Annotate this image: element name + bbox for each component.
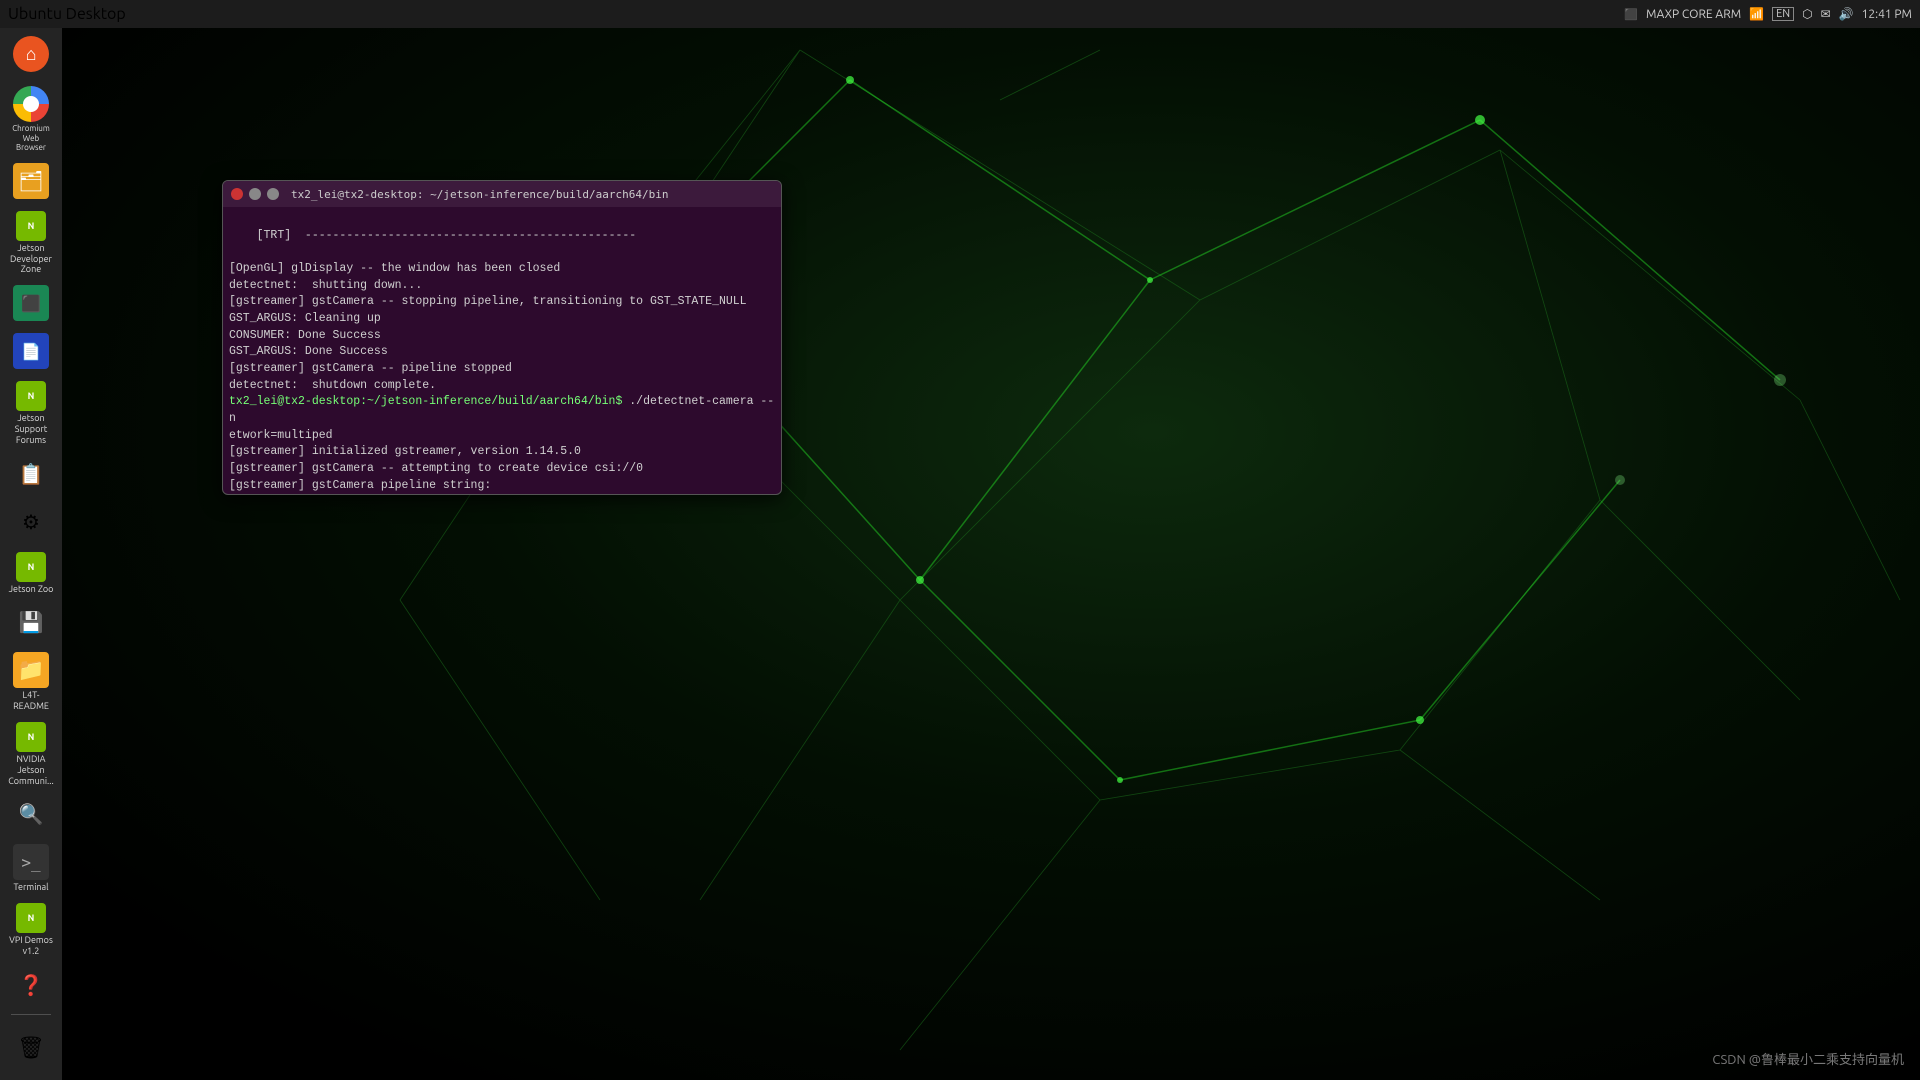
wifi-icon: 📶 — [1749, 7, 1764, 21]
sidebar-item-nvidia-dev[interactable]: N JetsonDeveloperZone — [2, 207, 60, 279]
home-icon: ⌂ — [13, 36, 49, 72]
sidebar-item-nvidia-zoo[interactable]: N Jetson Zoo — [2, 548, 60, 599]
nvidia-support-icon: N — [16, 381, 46, 411]
terminal-title: tx2_lei@tx2-desktop: ~/jetson-inference/… — [291, 188, 669, 201]
watermark: CSDN @鲁棒最小二乘支持向量机 — [1712, 1049, 1904, 1068]
vpi-icon: N — [16, 903, 46, 933]
terminal-titlebar: tx2_lei@tx2-desktop: ~/jetson-inference/… — [223, 181, 781, 207]
terminal-maximize-button[interactable] — [267, 188, 279, 200]
sidebar-item-disk[interactable]: 💾 — [2, 600, 60, 646]
sidebar-item-search[interactable]: 🔍 — [2, 792, 60, 838]
sidebar-item-trash[interactable]: 🗑 — [2, 1026, 60, 1072]
vpi-label: VPI Demosv1.2 — [9, 935, 53, 957]
nvidia-zoo-icon: N — [16, 552, 46, 582]
volume-icon: 🔊 — [1839, 7, 1854, 21]
l4t-icon: 📁 — [13, 652, 49, 688]
desktop — [0, 0, 1920, 1080]
clock: 12:41 PM — [1862, 8, 1912, 21]
taskbar-left: Ubuntu Desktop — [8, 5, 126, 23]
sidebar-item-writer[interactable]: 📄 — [2, 329, 60, 375]
sidebar: ⌂ ChromiumWebBrowser 🗂 N JetsonDeveloper… — [0, 28, 62, 1080]
terminal-label: Terminal — [13, 882, 48, 893]
disk-icon: 💾 — [13, 604, 49, 640]
taskbar-title: Ubuntu Desktop — [8, 5, 126, 23]
settings-icon: ⚙ — [13, 504, 49, 540]
sidebar-item-l4t[interactable]: 📁 L4T-README — [2, 648, 60, 716]
sidebar-item-chromium[interactable]: ChromiumWebBrowser — [2, 82, 60, 157]
writer-icon: 📄 — [13, 333, 49, 369]
taskbar-right: ⬛ MAXP CORE ARM 📶 EN ⬡ ✉ 🔊 12:41 PM — [1624, 7, 1912, 21]
search-icon: 🔍 — [13, 796, 49, 832]
sidebar-item-nvidia-support[interactable]: N JetsonSupportForums — [2, 377, 60, 449]
nvidia-indicator: ⬛ — [1624, 8, 1638, 21]
desktop-background — [0, 0, 1920, 1080]
terminal-minimize-button[interactable] — [249, 188, 261, 200]
chromium-label: ChromiumWebBrowser — [12, 124, 50, 153]
sidebar-item-notes[interactable]: 📋 — [2, 452, 60, 498]
taskbar: Ubuntu Desktop ⬛ MAXP CORE ARM 📶 EN ⬡ ✉ … — [0, 0, 1920, 28]
help-icon: ❓ — [13, 967, 49, 1003]
nvidia-support-label: JetsonSupportForums — [15, 413, 48, 445]
lang-indicator: EN — [1772, 7, 1794, 21]
trash-icon: 🗑 — [13, 1030, 49, 1066]
files-icon: 🗂 — [13, 163, 49, 199]
chromium-icon — [13, 86, 49, 122]
sidebar-item-files[interactable]: 🗂 — [2, 159, 60, 205]
mail-icon: ✉ — [1821, 7, 1831, 21]
nvidia-dev-icon: N — [16, 211, 46, 241]
sidebar-item-calc[interactable]: ⬛ — [2, 281, 60, 327]
terminal-icon: >_ — [13, 844, 49, 880]
watermark-text: CSDN @鲁棒最小二乘支持向量机 — [1712, 1053, 1904, 1067]
sidebar-item-help[interactable]: ❓ — [2, 963, 60, 1009]
terminal-content: [TRT] ----------------------------------… — [229, 229, 774, 494]
nvidia-community-label: NVIDIAJetsonCommuni... — [8, 754, 53, 786]
bluetooth-icon: ⬡ — [1802, 7, 1812, 21]
sidebar-item-settings[interactable]: ⚙ — [2, 500, 60, 546]
nvidia-dev-label: JetsonDeveloperZone — [10, 243, 52, 275]
nvidia-zoo-label: Jetson Zoo — [9, 584, 54, 595]
sidebar-item-terminal[interactable]: >_ Terminal — [2, 840, 60, 897]
sidebar-item-nvidia-community[interactable]: N NVIDIAJetsonCommuni... — [2, 718, 60, 790]
maxp-label: MAXP CORE ARM — [1646, 8, 1741, 21]
terminal-body[interactable]: [TRT] ----------------------------------… — [223, 207, 781, 494]
dock-separator — [11, 1014, 51, 1015]
nvidia-community-icon: N — [16, 722, 46, 752]
sidebar-item-home[interactable]: ⌂ — [2, 32, 60, 80]
l4t-label: L4T-README — [13, 690, 49, 712]
calc-icon: ⬛ — [13, 285, 49, 321]
terminal-window: tx2_lei@tx2-desktop: ~/jetson-inference/… — [222, 180, 782, 495]
terminal-close-button[interactable] — [231, 188, 243, 200]
notes-icon: 📋 — [13, 456, 49, 492]
sidebar-item-vpi[interactable]: N VPI Demosv1.2 — [2, 899, 60, 961]
